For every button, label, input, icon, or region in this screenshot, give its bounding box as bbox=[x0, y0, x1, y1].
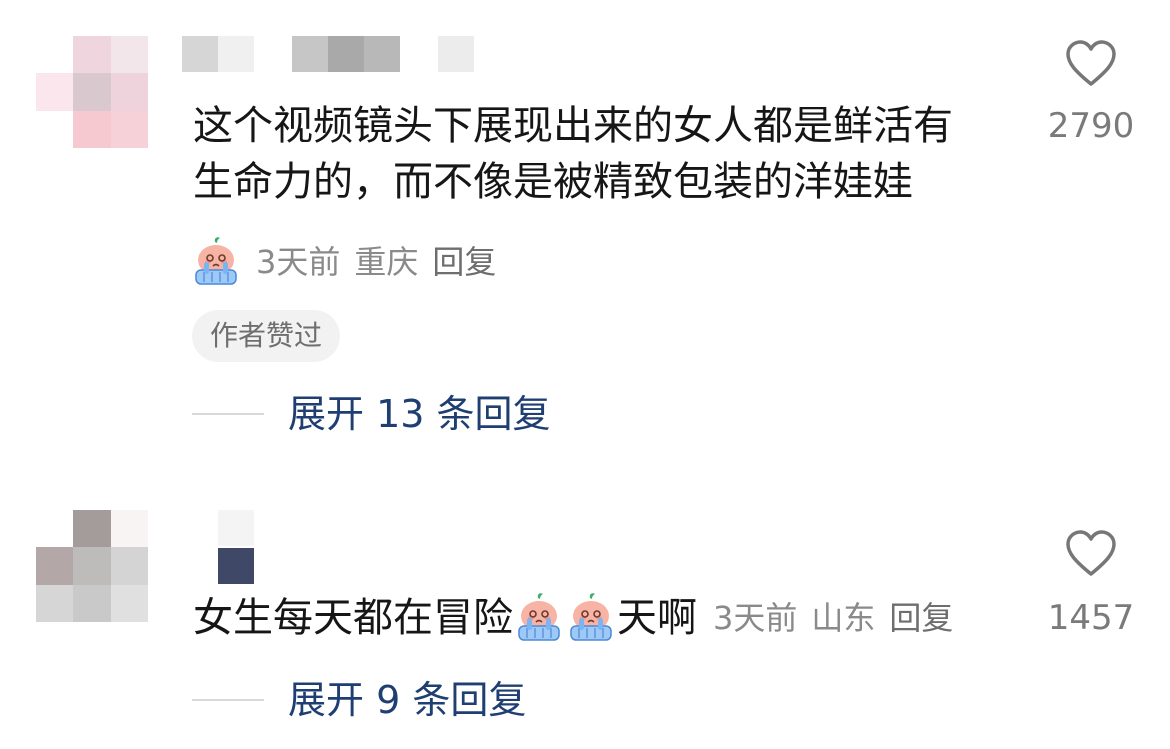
comment-text-line: 这个视频镜头下展现出来的女人都是鲜活有 bbox=[193, 103, 953, 149]
comment-time: 3天前 bbox=[256, 243, 341, 281]
crying-peach-emoji bbox=[513, 592, 565, 644]
comment-text-prefix: 女生每天都在冒险 bbox=[193, 595, 513, 641]
reply-button[interactable]: 回复 bbox=[432, 242, 496, 282]
comment-meta: 3天前 山东 回复 bbox=[713, 598, 953, 638]
expand-replies-button[interactable]: 展开 13 条回复 bbox=[192, 390, 551, 438]
crying-peach-emoji bbox=[565, 592, 617, 644]
expand-replies-label: 展开 9 条回复 bbox=[288, 678, 527, 722]
comment-location: 重庆 bbox=[354, 243, 419, 281]
comment-text: 这个视频镜头下展现出来的女人都是鲜活有 生命力的，而不像是被精致包装的洋娃娃 bbox=[193, 98, 953, 210]
author-liked-badge: 作者赞过 bbox=[192, 310, 341, 362]
comment-text-line: 生命力的，而不像是被精致包装的洋娃娃 bbox=[193, 159, 913, 205]
comment-time: 3天前 bbox=[713, 599, 798, 637]
like-count: 2790 bbox=[1047, 106, 1135, 146]
username-blurred[interactable] bbox=[182, 510, 282, 586]
comment-meta: 3天前 重庆 回复 bbox=[190, 236, 496, 288]
crying-peach-emoji bbox=[190, 236, 242, 288]
reply-button[interactable]: 回复 bbox=[889, 598, 953, 638]
comment-text: 女生每天都在冒险 天啊 3天前 山东 回复 bbox=[193, 590, 953, 646]
expand-replies-button[interactable]: 展开 9 条回复 bbox=[192, 676, 526, 724]
divider-line bbox=[192, 699, 264, 701]
username-blurred[interactable] bbox=[182, 36, 482, 76]
divider-line bbox=[192, 413, 264, 415]
comment-location: 山东 bbox=[811, 599, 876, 637]
heart-icon[interactable] bbox=[1065, 40, 1117, 88]
expand-replies-label: 展开 13 条回复 bbox=[288, 392, 551, 436]
comment-text-suffix: 天啊 bbox=[617, 595, 697, 641]
avatar[interactable] bbox=[36, 510, 148, 622]
heart-icon[interactable] bbox=[1065, 530, 1117, 578]
avatar[interactable] bbox=[36, 36, 148, 148]
like-count: 1457 bbox=[1047, 598, 1135, 638]
